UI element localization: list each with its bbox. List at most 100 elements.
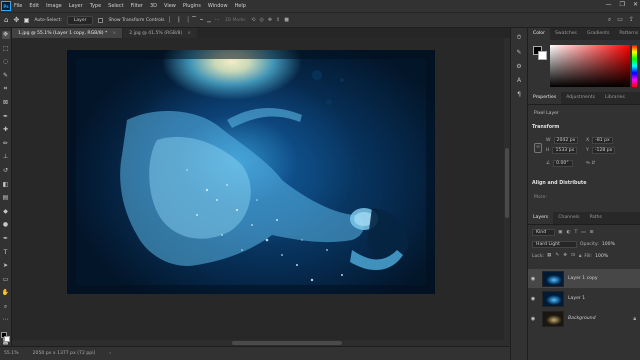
width-field[interactable]: W 2042 px	[546, 137, 579, 144]
canvas-area[interactable]	[12, 38, 510, 346]
filter-shape-icon[interactable]: ▭	[581, 230, 585, 235]
x-field[interactable]: X -81 px	[586, 137, 613, 144]
hue-slider[interactable]	[632, 45, 637, 87]
link-icon[interactable]: ∞	[534, 143, 542, 153]
3d-scale-icon[interactable]: ■	[284, 17, 289, 23]
eyedropper-tool-icon[interactable]: ✒	[2, 113, 10, 121]
layer-name[interactable]: Layer 1	[568, 296, 585, 301]
kind-filter-dropdown[interactable]: Kind	[532, 229, 556, 236]
tab-properties[interactable]: Properties	[528, 92, 562, 104]
crop-tool-icon[interactable]: ⌗	[2, 85, 10, 93]
align-distribute-heading[interactable]: Align and Distribute	[532, 181, 586, 186]
status-arrow-icon[interactable]: ›	[109, 351, 111, 356]
filter-adjust-icon[interactable]: ◐	[566, 230, 570, 235]
brushes-panel-icon[interactable]: ⚙	[516, 63, 521, 70]
3d-roll-icon[interactable]: ◎	[259, 17, 263, 23]
lasso-tool-icon[interactable]: ◌	[2, 58, 10, 66]
height-value[interactable]: 1533 px	[552, 147, 578, 154]
tab-adjustments[interactable]: Adjustments	[561, 92, 600, 104]
hand-tool-icon[interactable]: ✋	[2, 289, 10, 297]
home-icon[interactable]: ⌂	[4, 16, 8, 24]
menu-help[interactable]: Help	[235, 3, 246, 9]
align-middle-icon[interactable]: ━	[200, 17, 203, 23]
background-color[interactable]	[3, 336, 10, 343]
blend-mode-dropdown[interactable]: Hard Light	[532, 241, 577, 248]
visibility-eye-icon[interactable]: ◉	[528, 316, 538, 322]
visibility-eye-icon[interactable]: ◉	[528, 276, 538, 282]
tab-channels[interactable]: Channels	[553, 212, 584, 224]
y-value[interactable]: -128 px	[591, 147, 616, 154]
x-value[interactable]: -81 px	[592, 137, 613, 144]
history-panel-icon[interactable]: ⏱	[517, 34, 522, 42]
scroll-thumb[interactable]	[232, 341, 342, 345]
more-tools-icon[interactable]: ⋯	[2, 316, 10, 324]
menu-type[interactable]: Type	[90, 3, 101, 9]
tab-libraries[interactable]: Libraries	[600, 92, 630, 104]
search-icon[interactable]: ⌕	[608, 16, 611, 24]
doc-tab-2[interactable]: 2.jpg @ 41.5% (RGB/8) ×	[123, 28, 198, 38]
align-bottom-icon[interactable]: ▁	[207, 17, 211, 23]
3d-pan-icon[interactable]: ✥	[268, 17, 272, 23]
more-options-icon[interactable]: ···	[215, 17, 220, 23]
layer-row[interactable]: ◉ Layer 1 copy	[528, 269, 640, 288]
type-tool-icon[interactable]: T	[2, 249, 10, 257]
move-tool-icon[interactable]: ✥	[13, 16, 19, 24]
close-tab-icon[interactable]: ×	[112, 31, 116, 36]
share-icon[interactable]: ⇪	[629, 16, 634, 24]
visibility-eye-icon[interactable]: ◉	[528, 296, 538, 302]
close-tab-icon[interactable]: ×	[187, 31, 191, 36]
menu-select[interactable]: Select	[108, 3, 123, 9]
menu-edit[interactable]: Edit	[29, 3, 39, 9]
gradient-tool-icon[interactable]: ▤	[2, 194, 10, 202]
tab-paths[interactable]: Paths	[584, 212, 607, 224]
lock-transparent-icon[interactable]: ▦	[547, 253, 551, 259]
blur-tool-icon[interactable]: ◆	[2, 208, 10, 216]
auto-select-checkbox[interactable]	[24, 17, 30, 23]
filter-type-icon[interactable]: T	[574, 230, 577, 235]
background-swatch[interactable]	[538, 51, 547, 60]
healing-brush-tool-icon[interactable]: ✚	[2, 126, 10, 134]
filter-smart-icon[interactable]: ⊞	[590, 230, 594, 235]
show-transform-checkbox[interactable]	[98, 17, 104, 23]
layer-row[interactable]: ◉ Background 🔒︎	[528, 309, 640, 328]
layer-row[interactable]: ◉ Layer 1	[528, 289, 640, 308]
path-select-tool-icon[interactable]: ➤	[2, 262, 10, 270]
lock-position-icon[interactable]: ✥	[563, 253, 567, 259]
frame-tool-icon[interactable]: ⊠	[2, 99, 10, 107]
menu-plugins[interactable]: Plugins	[183, 3, 201, 9]
menu-file[interactable]: File	[14, 3, 22, 9]
tab-color[interactable]: Color	[528, 28, 550, 40]
shape-tool-icon[interactable]: ▭	[2, 276, 10, 284]
menu-filter[interactable]: Filter	[131, 3, 143, 9]
color-picker-field[interactable]	[550, 45, 630, 87]
height-field[interactable]: H 1533 px	[546, 147, 578, 154]
dodge-tool-icon[interactable]: ●	[2, 221, 10, 229]
align-center-icon[interactable]: ┃	[177, 17, 180, 23]
marquee-tool-icon[interactable]: ⬚	[2, 45, 10, 53]
3d-slide-icon[interactable]: ⇕	[276, 17, 280, 23]
flip-icons[interactable]: ⇋ ⇵	[586, 161, 595, 166]
menu-3d[interactable]: 3D	[150, 3, 157, 9]
tab-swatches[interactable]: Swatches	[550, 28, 582, 40]
menu-window[interactable]: Window	[208, 3, 228, 9]
scroll-thumb[interactable]	[505, 148, 509, 218]
auto-select-dropdown[interactable]: Layer	[66, 15, 94, 25]
photoshop-logo[interactable]: Ps	[1, 1, 11, 11]
maximize-icon[interactable]: ❐	[620, 1, 625, 8]
clone-stamp-tool-icon[interactable]: ⊥	[2, 153, 10, 161]
pen-tool-icon[interactable]: ✒	[2, 235, 10, 243]
layer-name[interactable]: Layer 1 copy	[568, 276, 598, 281]
lock-image-icon[interactable]: ✎	[555, 253, 559, 259]
fill-value[interactable]: 100%	[595, 254, 608, 259]
eraser-tool-icon[interactable]: ◧	[2, 181, 10, 189]
doc-tab-1[interactable]: 1.jpg @ 55.1% (Layer 1 copy, RGB/8) * ×	[12, 28, 123, 38]
angle-field[interactable]: ∠ 0.00° ⇋ ⇵	[546, 160, 595, 167]
opacity-value[interactable]: 100%	[602, 242, 615, 247]
brush-settings-icon[interactable]: ✎	[516, 49, 521, 56]
menu-image[interactable]: Image	[46, 3, 62, 9]
lock-all-icon[interactable]: 🔒︎	[579, 253, 581, 259]
menu-layer[interactable]: Layer	[69, 3, 83, 9]
filter-pixel-icon[interactable]: ▣	[558, 230, 562, 235]
document-image[interactable]	[67, 50, 435, 294]
transform-heading[interactable]: Transform	[532, 125, 559, 130]
